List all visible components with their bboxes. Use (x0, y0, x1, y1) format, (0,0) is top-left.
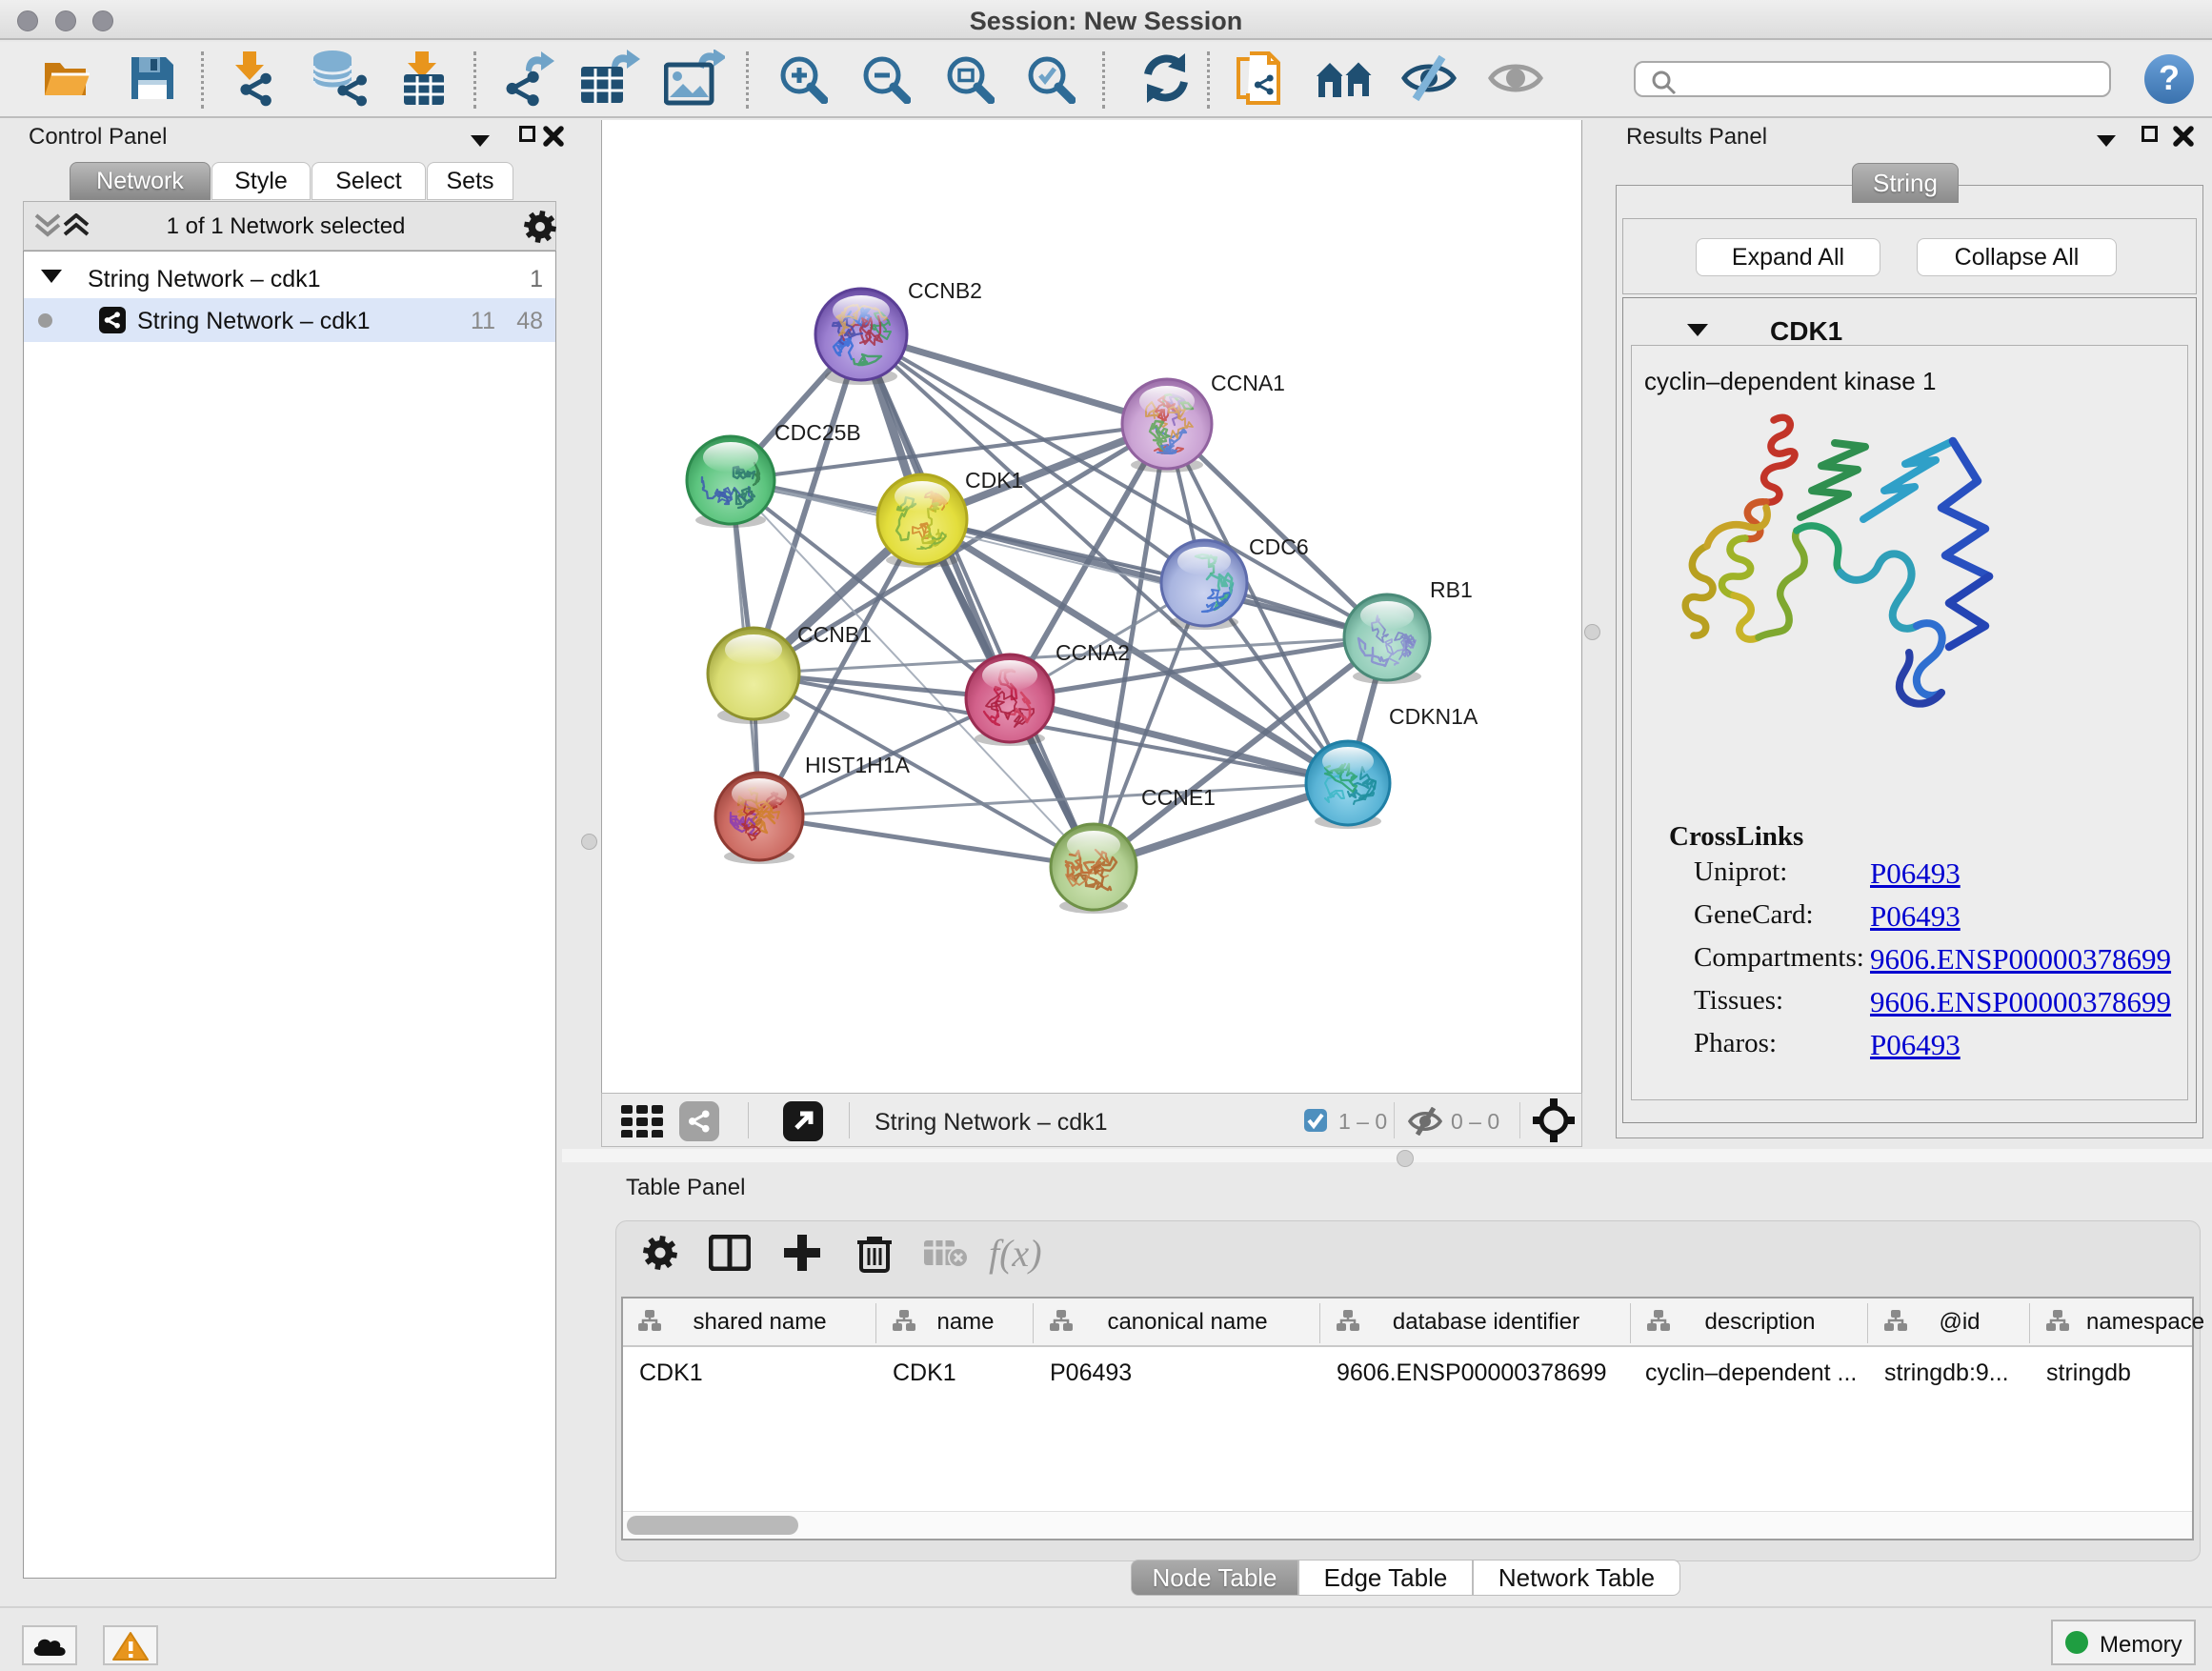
svg-text:CDKN1A: CDKN1A (1389, 704, 1478, 729)
svg-text:CDC6: CDC6 (1249, 534, 1309, 559)
svg-text:CCNA2: CCNA2 (1056, 640, 1130, 665)
svg-text:CCNA1: CCNA1 (1211, 371, 1285, 395)
svg-text:CDC25B: CDC25B (774, 420, 861, 445)
svg-text:HIST1H1A: HIST1H1A (805, 753, 911, 777)
svg-text:?: ? (2159, 58, 2180, 97)
svg-text:RB1: RB1 (1430, 577, 1473, 602)
svg-text:CCNE1: CCNE1 (1141, 785, 1216, 810)
svg-text:CCNB1: CCNB1 (797, 622, 872, 647)
svg-text:CDK1: CDK1 (965, 468, 1023, 493)
svg-text:CCNB2: CCNB2 (908, 278, 982, 303)
